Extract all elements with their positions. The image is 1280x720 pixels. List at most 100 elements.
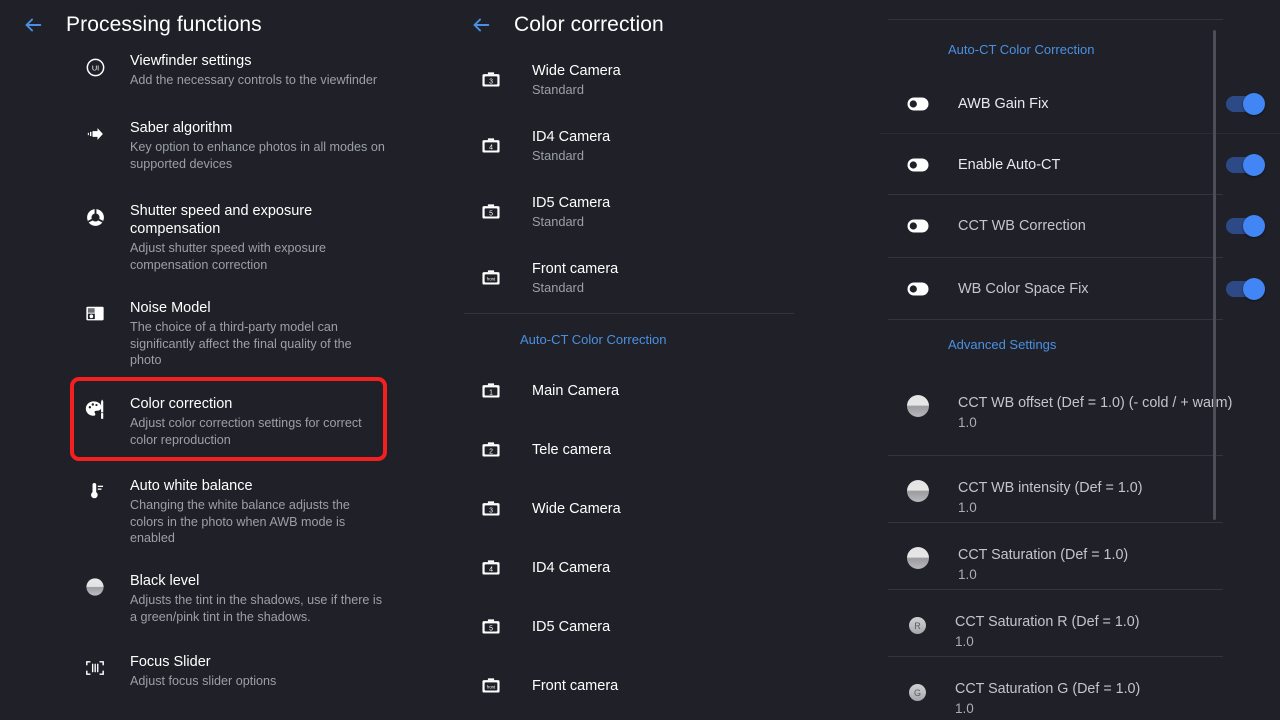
camera-row-id5-2[interactable]: 5 ID5 Camera <box>452 614 880 640</box>
slider-title: CCT Saturation (Def = 1.0) <box>958 547 1129 563</box>
camera-row-title: ID4 Camera <box>532 129 611 145</box>
camera-5-icon: 5 <box>478 614 504 640</box>
camera-row-title: ID4 Camera <box>532 560 611 576</box>
camera-row-title: Wide Camera <box>532 63 621 79</box>
slider-row-cct-wb-offset[interactable]: CCT WB offset (Def = 1.0) (- cold / + wa… <box>880 381 1280 446</box>
slider-value: 1.0 <box>955 700 974 716</box>
knob-g-icon[interactable]: G <box>909 684 926 701</box>
mid-section-label: Auto-CT Color Correction <box>520 332 667 347</box>
list-item-title: Color correction <box>130 396 233 412</box>
viewfinder-ui-icon: UI <box>80 52 110 82</box>
list-item-subtitle: Adjust shutter speed with exposure compe… <box>130 241 327 272</box>
slider-value: 1.0 <box>955 633 974 649</box>
toggle-row-cct-wb-correction[interactable]: CCT WB Correction <box>880 195 1280 256</box>
knob-r-icon[interactable]: R <box>909 617 926 634</box>
list-item-noise-model[interactable]: Noise Model The choice of a third-party … <box>0 299 452 369</box>
list-item-title: Noise Model <box>130 300 211 316</box>
camera-row-wide-2[interactable]: 3 Wide Camera <box>452 496 880 522</box>
camera-front-icon: front <box>478 673 504 699</box>
advanced-settings-label: Advanced Settings <box>948 337 1057 352</box>
toggle-label: CCT WB Correction <box>958 217 1086 234</box>
toggle-label: WB Color Space Fix <box>958 280 1089 297</box>
toggle-switch-wb-color-space-fix[interactable] <box>1226 277 1265 300</box>
back-arrow-icon[interactable] <box>466 10 496 40</box>
list-item-subtitle: Adjusts the tint in the shadows, use if … <box>130 593 383 624</box>
camera-row-tele[interactable]: 2 Tele camera <box>452 437 880 463</box>
toggle-switch-enable-auto-ct[interactable] <box>1226 153 1265 176</box>
mid-panel-header: Color correction <box>452 0 880 50</box>
camera-5-icon: 5 <box>478 199 504 225</box>
toggle-switch-awb-gain-fix[interactable] <box>1226 92 1265 115</box>
toggle-row-enable-auto-ct[interactable]: Enable Auto-CT <box>880 134 1280 195</box>
list-item-color-correction[interactable]: Color correction Adjust color correction… <box>0 395 452 448</box>
knob-icon[interactable] <box>907 547 929 569</box>
switch-icon <box>906 92 930 116</box>
list-item-black-level[interactable]: Black level Adjusts the tint in the shad… <box>0 572 452 625</box>
list-item-subtitle: Add the necessary controls to the viewfi… <box>130 73 378 87</box>
processing-functions-panel: Processing functions UI Viewfinder setti… <box>0 0 452 720</box>
toggle-row-awb-gain-fix[interactable]: AWB Gain Fix <box>880 73 1280 134</box>
page-title: Processing functions <box>66 13 262 36</box>
camera-row-title: ID5 Camera <box>532 619 611 635</box>
list-item-title: Shutter speed and exposure compensation <box>130 203 313 237</box>
camera-row-front-2[interactable]: front Front camera <box>452 673 880 699</box>
svg-text:front: front <box>487 685 496 690</box>
switch-icon <box>906 153 930 177</box>
list-item-viewfinder-settings[interactable]: UI Viewfinder settings Add the necessary… <box>0 52 452 89</box>
camera-1-icon: 1 <box>478 378 504 404</box>
knob-icon[interactable] <box>907 480 929 502</box>
row-divider <box>888 455 1223 456</box>
toggle-switch-cct-wb-correction[interactable] <box>1226 214 1265 237</box>
color-palette-icon <box>80 395 110 425</box>
right-section-label: Auto-CT Color Correction <box>948 42 1095 57</box>
list-item-shutter-speed-exposure[interactable]: Shutter speed and exposure compensation … <box>0 202 452 273</box>
camera-row-wide[interactable]: 3 Wide Camera Standard <box>452 62 880 98</box>
svg-text:front: front <box>487 277 496 282</box>
color-correction-panel: Color correction 3 Wide Camera Standard … <box>452 0 880 720</box>
row-divider <box>888 656 1223 657</box>
app-screen: Processing functions UI Viewfinder setti… <box>0 0 1280 720</box>
list-item-focus-slider[interactable]: Focus Slider Adjust focus slider options <box>0 653 452 690</box>
camera-row-front[interactable]: front Front camera Standard <box>452 260 880 296</box>
svg-text:2: 2 <box>489 448 493 455</box>
list-item-title: Focus Slider <box>130 654 211 670</box>
svg-text:1: 1 <box>489 389 493 396</box>
mid-section-divider <box>464 313 794 314</box>
slider-title: CCT Saturation R (Def = 1.0) <box>955 614 1140 630</box>
camera-3-icon: 3 <box>478 496 504 522</box>
camera-front-icon: front <box>478 265 504 291</box>
list-item-auto-white-balance[interactable]: Auto white balance Changing the white ba… <box>0 477 452 547</box>
noise-model-icon <box>80 299 110 329</box>
toggle-row-wb-color-space-fix[interactable]: WB Color Space Fix <box>880 258 1280 319</box>
list-item-title: Saber algorithm <box>130 120 233 136</box>
switch-icon <box>906 214 930 238</box>
saber-arrow-icon <box>80 119 110 149</box>
camera-row-title: Tele camera <box>532 442 611 458</box>
camera-row-title: Front camera <box>532 261 619 277</box>
camera-row-subtitle: Standard <box>532 280 584 295</box>
camera-row-id4[interactable]: 4 ID4 Camera Standard <box>452 128 880 164</box>
list-item-title: Auto white balance <box>130 478 253 494</box>
camera-row-subtitle: Standard <box>532 82 584 97</box>
svg-text:3: 3 <box>489 507 493 514</box>
slider-row-cct-wb-intensity[interactable]: CCT WB intensity (Def = 1.0) 1.0 <box>880 466 1280 531</box>
list-item-title: Black level <box>130 573 200 589</box>
camera-row-id4-2[interactable]: 4 ID4 Camera <box>452 555 880 581</box>
camera-row-main[interactable]: 1 Main Camera <box>452 378 880 404</box>
slider-row-cct-saturation[interactable]: CCT Saturation (Def = 1.0) 1.0 <box>880 533 1280 598</box>
list-item-subtitle: Changing the white balance adjusts the c… <box>130 498 350 545</box>
page-title: Color correction <box>514 13 664 36</box>
camera-4-icon: 4 <box>478 133 504 159</box>
slider-row-cct-saturation-r[interactable]: R CCT Saturation R (Def = 1.0) 1.0 <box>880 600 1280 665</box>
camera-3-icon: 3 <box>478 67 504 93</box>
thermometer-icon <box>80 477 110 507</box>
knob-icon[interactable] <box>907 395 929 417</box>
toggle-label: AWB Gain Fix <box>958 95 1049 112</box>
vertical-scrollbar[interactable] <box>1213 30 1216 520</box>
back-arrow-icon[interactable] <box>18 10 48 40</box>
camera-row-id5[interactable]: 5 ID5 Camera Standard <box>452 194 880 230</box>
list-item-subtitle: Adjust focus slider options <box>130 674 277 688</box>
slider-row-cct-saturation-g[interactable]: G CCT Saturation G (Def = 1.0) 1.0 <box>880 667 1280 720</box>
list-item-saber-algorithm[interactable]: Saber algorithm Key option to enhance ph… <box>0 119 452 172</box>
svg-text:UI: UI <box>91 63 98 72</box>
